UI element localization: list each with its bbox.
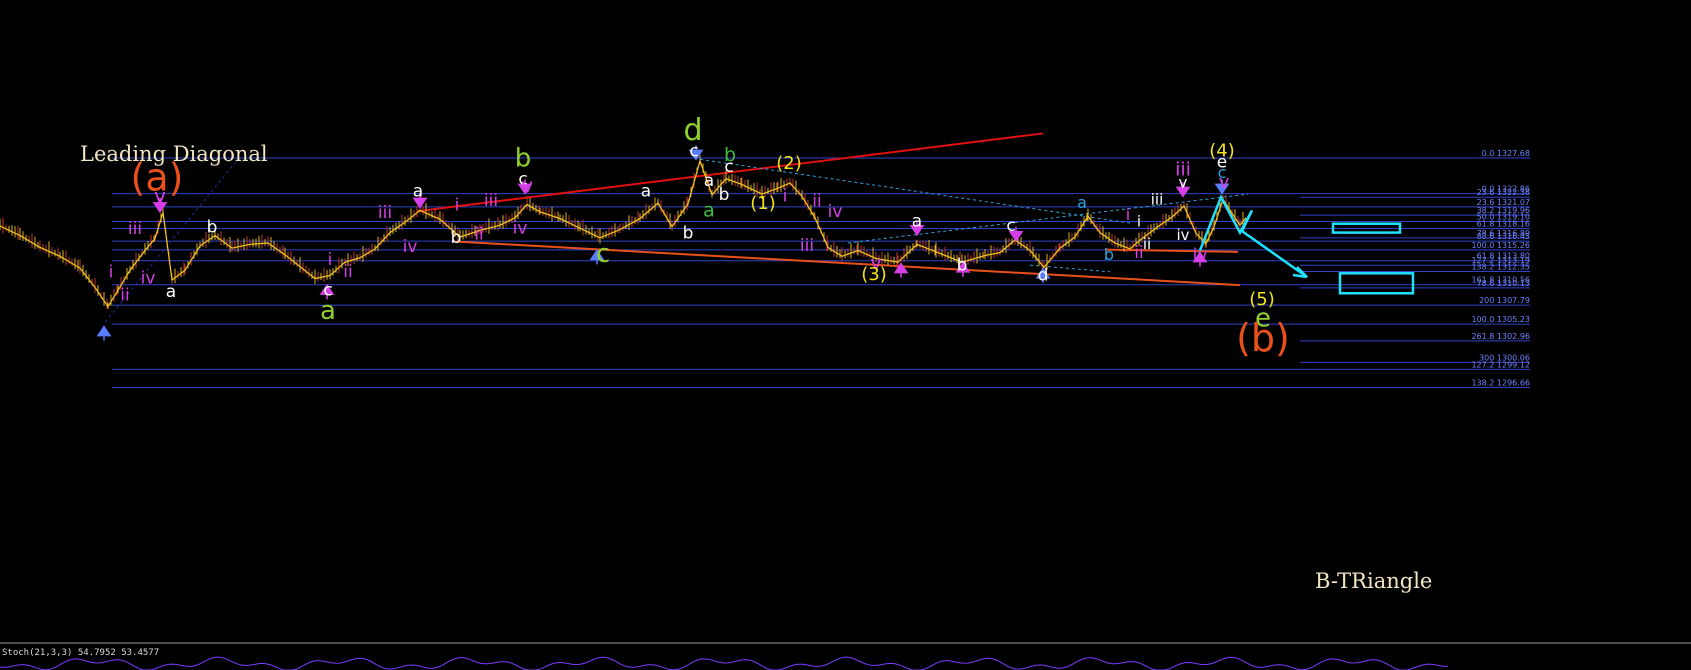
- chart-background: [0, 0, 1691, 670]
- fib-label-6: 61.8 1318.16: [1477, 219, 1530, 228]
- wave-label: c: [689, 141, 698, 161]
- wave-label: a: [413, 181, 423, 201]
- fib-label-19: 127.2 1299.12: [1471, 360, 1530, 369]
- wave-label: iii: [128, 219, 142, 239]
- leading-diagonal-note: Leading Diagonal: [80, 142, 268, 166]
- wave-label: (b): [1236, 316, 1290, 360]
- wave-label: iii: [800, 236, 814, 256]
- wave-label: ii: [343, 262, 352, 282]
- wave-label: c: [596, 239, 610, 269]
- wave-label: b: [451, 228, 462, 248]
- wave-label: i: [455, 195, 460, 215]
- wave-label: iii: [1175, 159, 1191, 181]
- wave-label: v: [521, 174, 533, 198]
- fib-label-8: 88.6 1316.45: [1477, 232, 1530, 241]
- b-triangle-note: B-TRiangle: [1315, 569, 1432, 593]
- wave-label: v: [154, 184, 166, 208]
- fib-label-15: 200 1307.79: [1479, 296, 1530, 305]
- wave-label: ii: [812, 192, 821, 212]
- elliott-wave-chart: 0.0 1327.680.0 1322.8623.6 1322.3823.6 1…: [0, 0, 1691, 670]
- wave-label: i: [783, 187, 788, 207]
- wave-label: a: [1077, 193, 1087, 212]
- wave-label: b: [1104, 245, 1114, 264]
- wave-label: a: [703, 199, 715, 221]
- wave-label: a: [320, 296, 336, 326]
- wave-label: d: [1038, 266, 1049, 286]
- wave-label: b: [719, 185, 730, 205]
- fib-label-12: 138.2 1312.35: [1471, 262, 1530, 271]
- wave-label: i: [1126, 205, 1130, 224]
- wave-label: (2): [776, 153, 802, 174]
- wave-label: iii: [378, 203, 392, 223]
- wave-label: b: [207, 218, 218, 238]
- fib-label-16: 100.0 1305.23: [1471, 315, 1530, 324]
- wave-label: a: [704, 171, 714, 191]
- wave-label: i: [109, 263, 114, 283]
- wave-label: v: [1219, 172, 1230, 193]
- fib-label-17: 261.8 1302.96: [1471, 332, 1530, 341]
- wave-label: (3): [861, 264, 887, 285]
- wave-label: ii: [474, 224, 483, 244]
- wave-label: iii: [1151, 190, 1164, 208]
- wave-label: a: [166, 282, 176, 302]
- stoch-indicator-label: Stoch(21,3,3) 54.7952 53.4577: [2, 648, 160, 658]
- wave-label: iv: [1176, 226, 1189, 244]
- wave-label: ii: [1143, 235, 1151, 253]
- fib-label-9: 100.0 1315.26: [1471, 241, 1530, 250]
- wave-label: (1): [750, 193, 776, 214]
- wave-label: iv: [403, 237, 418, 257]
- wave-label: c: [1006, 216, 1015, 236]
- wave-label: ii: [1134, 243, 1143, 263]
- wave-label: a: [641, 181, 651, 201]
- wave-label: ii: [120, 286, 129, 306]
- fib-label-14: 78.6 1310.13: [1477, 279, 1530, 288]
- wave-label: iii: [484, 191, 498, 211]
- wave-label: iv: [1193, 246, 1208, 266]
- wave-label: iv: [141, 269, 156, 289]
- wave-label: i: [328, 250, 333, 270]
- wave-label: b: [683, 224, 694, 244]
- wave-label: a: [912, 212, 922, 232]
- wave-label: iv: [828, 202, 843, 222]
- fib-label-0: 0.0 1327.68: [1482, 149, 1530, 158]
- wave-label: iv: [513, 218, 528, 238]
- wave-label: i: [1137, 213, 1141, 231]
- wave-label: b: [957, 255, 968, 275]
- fib-label-2: 23.6 1322.38: [1477, 188, 1530, 197]
- fib-label-20: 138.2 1296.66: [1471, 379, 1530, 388]
- wave-label: c: [724, 157, 733, 177]
